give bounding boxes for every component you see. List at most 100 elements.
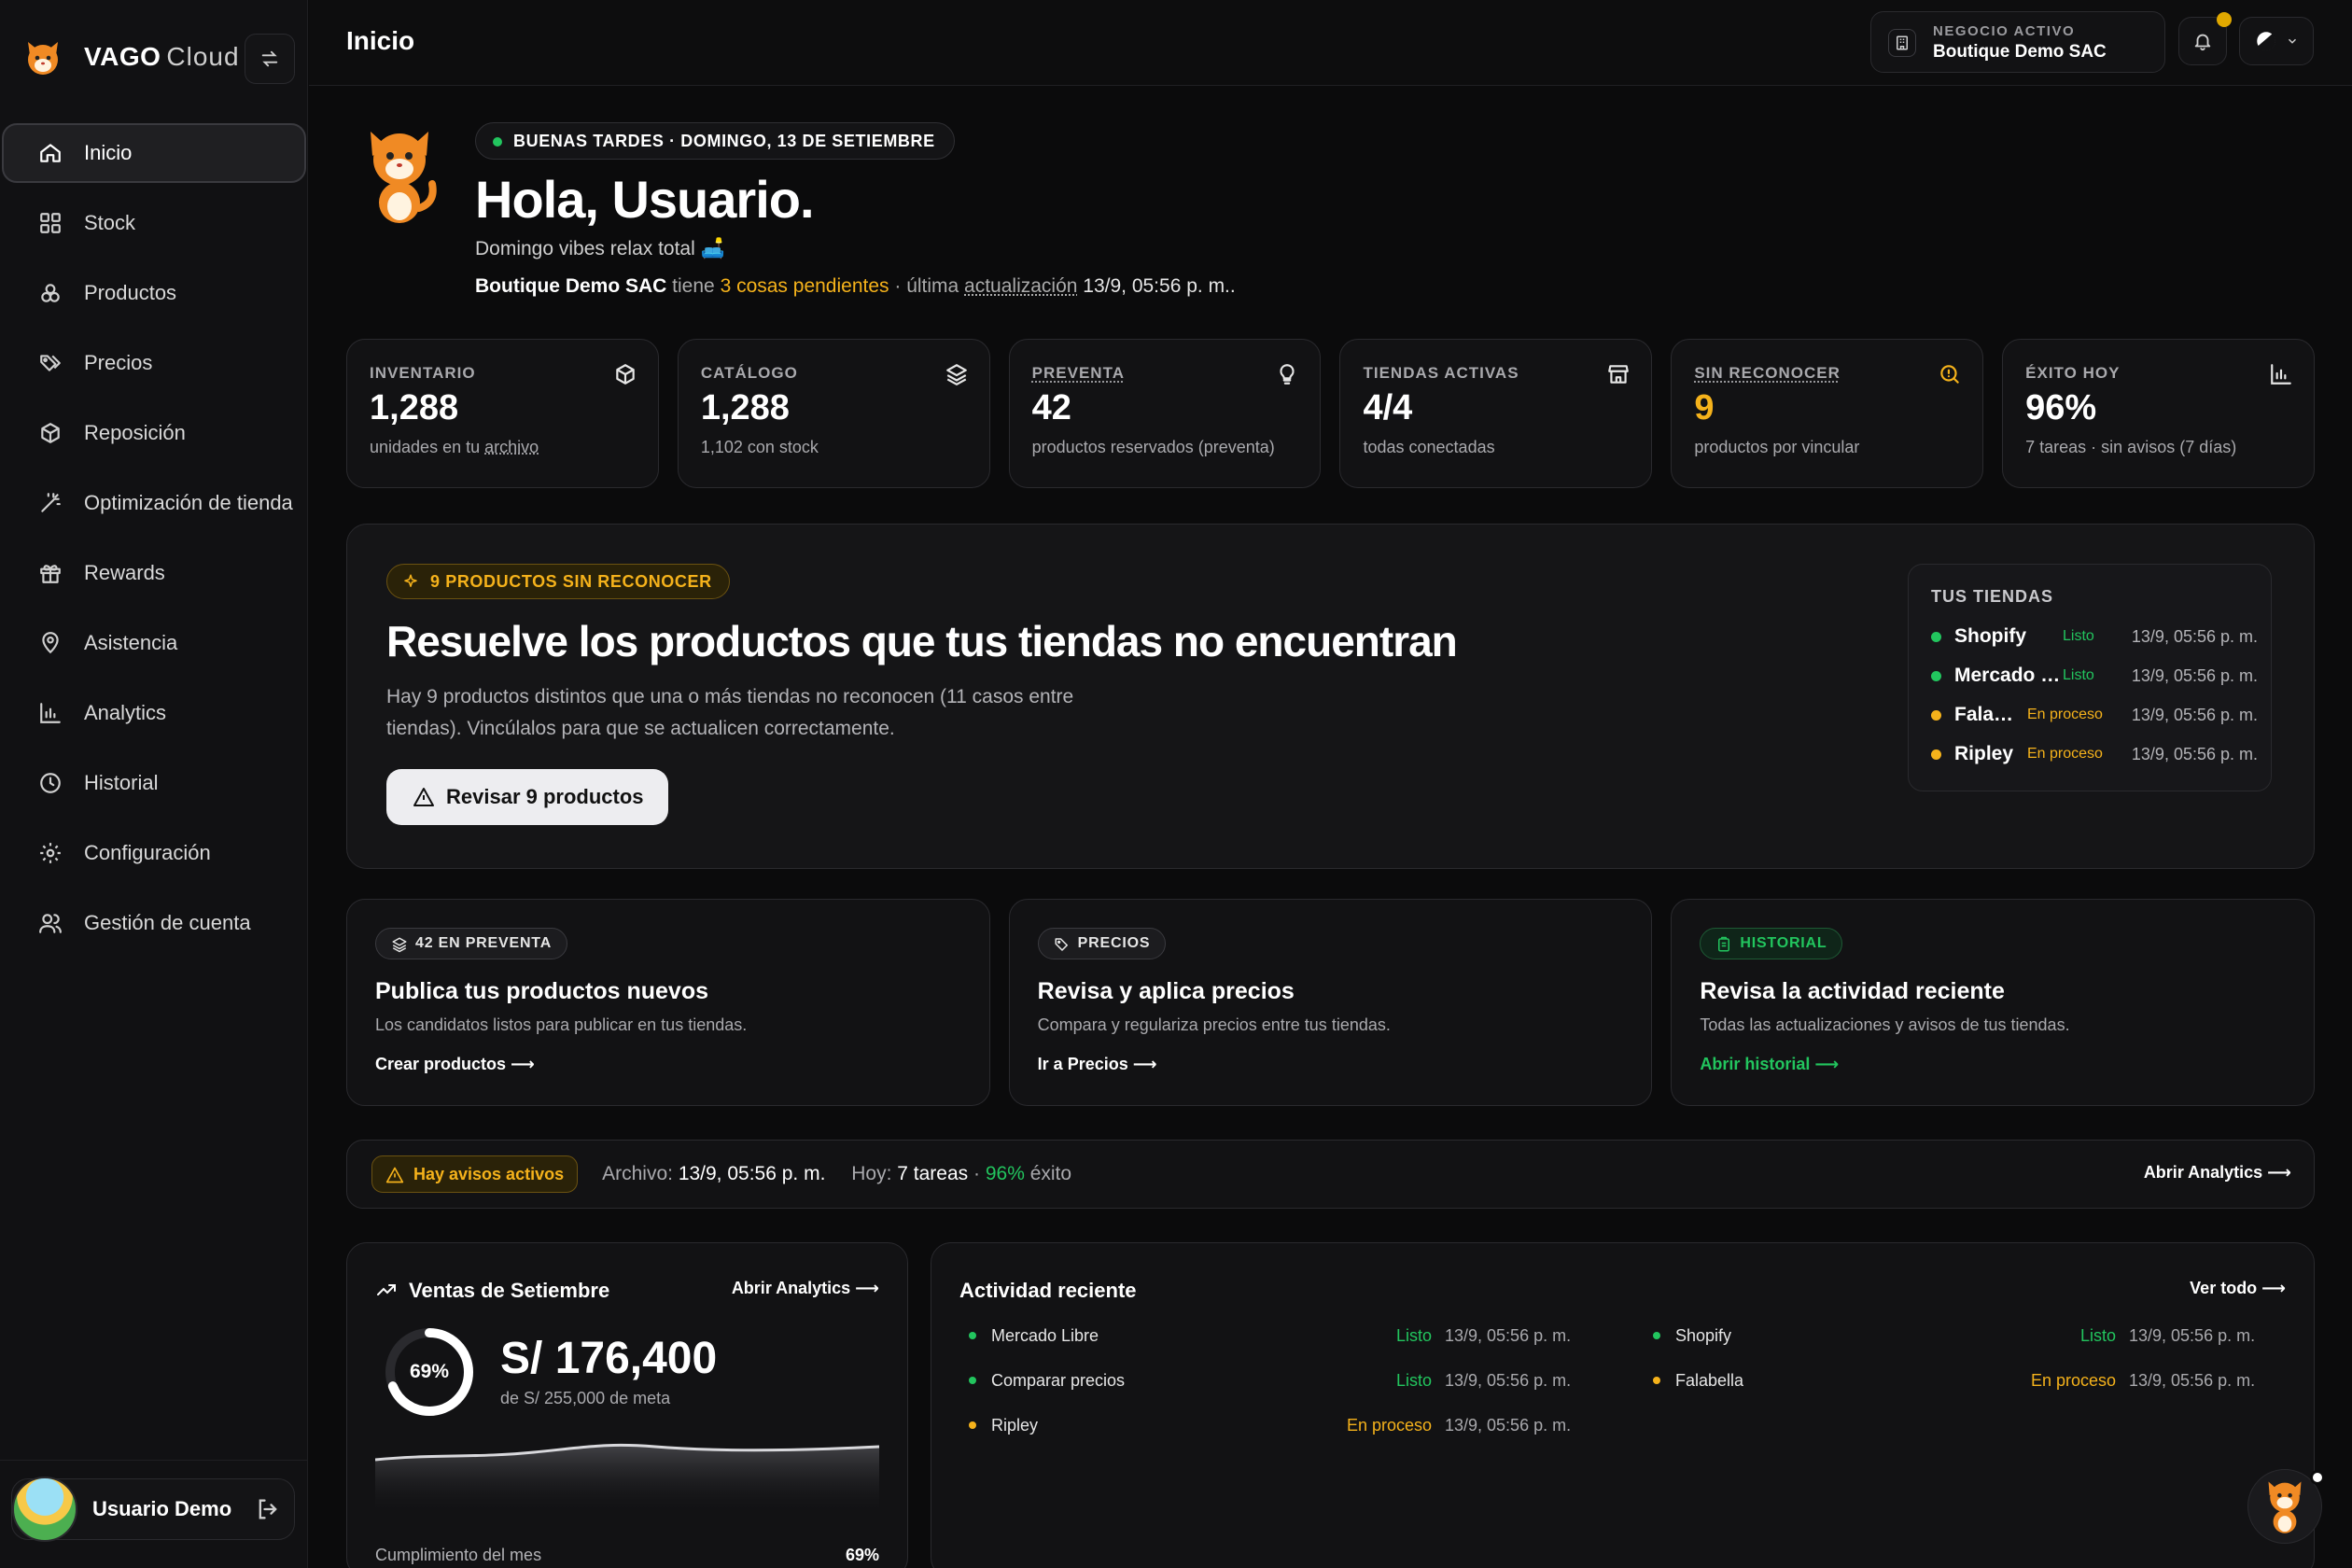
stat-sub: unidades en tu archivo: [370, 438, 636, 457]
open-analytics-link[interactable]: Abrir Analytics ⟶: [2144, 1163, 2291, 1183]
sidebar-item-inicio[interactable]: Inicio: [2, 123, 306, 183]
store-time: 13/9, 05:56 p. m.: [2132, 745, 2258, 764]
status-dot: [1931, 671, 1941, 681]
sidebar-item-stock[interactable]: Stock: [2, 193, 306, 253]
switch-business-button[interactable]: [245, 34, 295, 84]
bar-chart-icon: [2269, 362, 2293, 386]
assistant-fab[interactable]: [2247, 1469, 2322, 1544]
stat-label: CATÁLOGO: [701, 364, 967, 383]
separator: ·: [968, 1163, 986, 1184]
stat-value: 42: [1032, 388, 1298, 428]
tags-icon: [35, 348, 65, 378]
assistant-online-dot: [2310, 1470, 2325, 1485]
action-desc: Compara y regulariza precios entre tus t…: [1038, 1015, 1391, 1035]
stat-card-catalogo[interactable]: CATÁLOGO 1,288 1,102 con stock: [678, 339, 990, 488]
store-status: En proceso: [2027, 746, 2103, 763]
stat-sub: todas conectadas: [1363, 438, 1629, 457]
activity-title: Actividad reciente: [959, 1279, 1137, 1303]
sidebar-item-configuracion[interactable]: Configuración: [2, 823, 306, 883]
action-title: Publica tus productos nuevos: [375, 978, 708, 1005]
stat-card-tiendas[interactable]: TIENDAS ACTIVAS 4/4 todas conectadas: [1339, 339, 1652, 488]
sidebar-item-precios[interactable]: Precios: [2, 333, 306, 393]
tag-label: PRECIOS: [1078, 935, 1151, 952]
bar-chart-icon: [35, 698, 65, 728]
activity-name: Comparar precios: [991, 1371, 1125, 1391]
activity-name: Shopify: [1675, 1326, 1731, 1346]
archivo-link[interactable]: archivo: [484, 438, 539, 456]
activity-time: 13/9, 05:56 p. m.: [2129, 1371, 2269, 1391]
sidebar-item-label: Reposición: [84, 421, 186, 445]
activity-time: 13/9, 05:56 p. m.: [1445, 1371, 1585, 1391]
stat-card-exito[interactable]: ÉXITO HOY 96% 7 tareas · sin avisos (7 d…: [2002, 339, 2315, 488]
sidebar-item-historial[interactable]: Historial: [2, 753, 306, 813]
activity-row[interactable]: Comparar precios Listo 13/9, 05:56 p. m.: [969, 1366, 1585, 1394]
avatar[interactable]: [12, 1477, 77, 1542]
month-completion-label: Cumplimiento del mes: [375, 1546, 541, 1565]
stat-card-sin-reconocer[interactable]: SIN RECONOCER 9 productos por vincular: [1671, 339, 1983, 488]
brand-sub: Cloud: [166, 42, 239, 72]
historial-tag: HISTORIAL: [1700, 928, 1842, 959]
sidebar-nav: Inicio Stock Productos Precios Reposició…: [2, 123, 306, 963]
review-products-button[interactable]: Revisar 9 productos: [386, 769, 668, 825]
sidebar-item-gestion-cuenta[interactable]: Gestión de cuenta: [2, 893, 306, 953]
user-name: Usuario Demo: [92, 1497, 231, 1521]
pending-link[interactable]: 3 cosas pendientes: [721, 275, 889, 297]
activity-row[interactable]: Mercado Libre Listo 13/9, 05:56 p. m.: [969, 1322, 1585, 1350]
unrecognized-products-panel: 9 PRODUCTOS SIN RECONOCER Resuelve los p…: [346, 524, 2315, 869]
sales-amount: S/ 176,400: [500, 1333, 717, 1384]
notifications-button[interactable]: [2178, 17, 2227, 65]
greeting-badge: BUENAS TARDES · DOMINGO, 13 DE SETIEMBRE: [475, 122, 955, 160]
go-prices-link[interactable]: Ir a Precios ⟶: [1038, 1055, 1157, 1074]
activity-status: Listo: [1396, 1371, 1432, 1391]
store-icon: [1606, 362, 1631, 386]
stat-label: PREVENTA: [1032, 364, 1298, 383]
clipboard-icon: [1715, 936, 1732, 953]
cat-mascot-icon: [357, 124, 441, 227]
activity-time: 13/9, 05:56 p. m.: [2129, 1326, 2269, 1346]
activity-row[interactable]: Ripley En proceso 13/9, 05:56 p. m.: [969, 1411, 1585, 1439]
active-alerts-chip[interactable]: Hay avisos activos: [371, 1155, 578, 1193]
activity-time: 13/9, 05:56 p. m.: [1445, 1326, 1585, 1346]
activity-status: Listo: [1396, 1326, 1432, 1346]
action-title: Revisa la actividad reciente: [1700, 978, 2005, 1005]
sidebar-item-optimizacion[interactable]: Optimización de tienda: [2, 473, 306, 533]
cat-assistant-icon: [2260, 1477, 2310, 1535]
last-update-word: actualización: [964, 275, 1077, 297]
stat-label: ÉXITO HOY: [2025, 364, 2291, 383]
sidebar-item-productos[interactable]: Productos: [2, 263, 306, 323]
sidebar-item-analytics[interactable]: Analytics: [2, 683, 306, 743]
logout-icon[interactable]: [255, 1496, 281, 1527]
stat-card-preventa[interactable]: PREVENTA 42 productos reservados (preven…: [1009, 339, 1322, 488]
store-row[interactable]: Shopify Listo 13/9, 05:56 p. m.: [1931, 623, 2258, 651]
sidebar-item-reposicion[interactable]: Reposición: [2, 403, 306, 463]
view-all-link[interactable]: Ver todo ⟶: [2190, 1279, 2286, 1298]
stat-label: INVENTARIO: [370, 364, 636, 383]
store-row[interactable]: Ripley En proceso 13/9, 05:56 p. m.: [1931, 740, 2258, 768]
top-bar: Inicio NEGOCIO ACTIVO Boutique Demo SAC: [309, 0, 2352, 86]
theme-toggle-button[interactable]: [2239, 17, 2314, 65]
action-card-preventa[interactable]: 42 EN PREVENTA Publica tus productos nue…: [346, 899, 990, 1106]
stat-value: 9: [1694, 388, 1960, 428]
action-card-precios[interactable]: PRECIOS Revisa y aplica precios Compara …: [1009, 899, 1653, 1106]
home-icon: [35, 138, 65, 168]
stat-card-inventario[interactable]: INVENTARIO 1,288 unidades en tu archivo: [346, 339, 659, 488]
sales-analytics-link[interactable]: Abrir Analytics ⟶: [732, 1279, 879, 1298]
user-menu[interactable]: Usuario Demo: [11, 1478, 295, 1540]
store-row[interactable]: Falabella En proceso 13/9, 05:56 p. m.: [1931, 701, 2258, 729]
sidebar-item-label: Precios: [84, 351, 152, 375]
package-refresh-icon: [35, 418, 65, 448]
activity-row[interactable]: Shopify Listo 13/9, 05:56 p. m.: [1653, 1322, 2269, 1350]
activity-row[interactable]: Falabella En proceso 13/9, 05:56 p. m.: [1653, 1366, 2269, 1394]
activity-name: Mercado Libre: [991, 1326, 1099, 1346]
action-card-historial[interactable]: HISTORIAL Revisa la actividad reciente T…: [1671, 899, 2315, 1106]
brand-logo[interactable]: VAGO Cloud: [21, 32, 240, 82]
open-history-link[interactable]: Abrir historial ⟶: [1700, 1055, 1839, 1074]
business-selector[interactable]: NEGOCIO ACTIVO Boutique Demo SAC: [1870, 11, 2165, 73]
sidebar-item-rewards[interactable]: Rewards: [2, 543, 306, 603]
sidebar-item-asistencia[interactable]: Asistencia: [2, 613, 306, 673]
create-products-link[interactable]: Crear productos ⟶: [375, 1055, 535, 1074]
status-dot: [1931, 749, 1941, 760]
alerts-summary: Archivo: 13/9, 05:56 p. m. Hoy: 7 tareas…: [602, 1163, 1071, 1185]
swap-icon: [259, 49, 280, 69]
store-row[interactable]: Mercado Libre Listo 13/9, 05:56 p. m.: [1931, 662, 2258, 690]
